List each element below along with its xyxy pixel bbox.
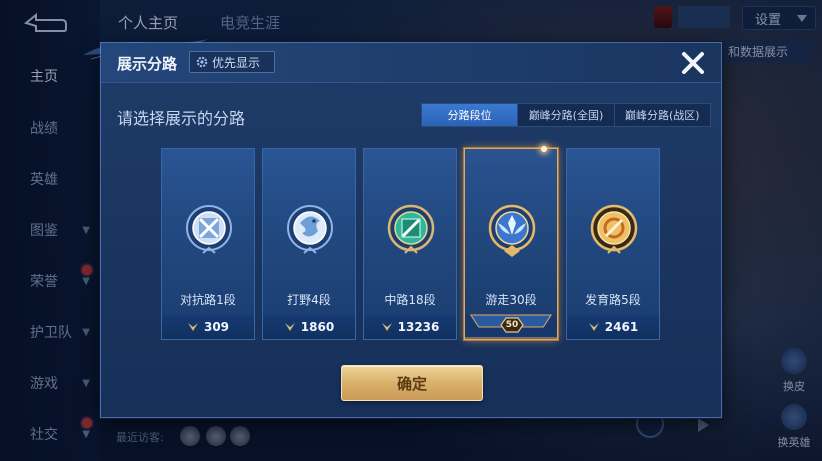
lane-score: 309 xyxy=(162,315,254,339)
lane-score: 2461 xyxy=(567,315,659,339)
dialog-title: 展示分路 xyxy=(117,55,178,73)
tab-peak-lane-region[interactable]: 巅峰分路(战区) xyxy=(615,104,710,126)
priority-display-label: 优先显示 xyxy=(212,55,261,70)
wing-score-icon xyxy=(284,323,295,331)
wing-score-icon xyxy=(187,323,198,331)
lane-rank-label: 对抗路1段 xyxy=(180,293,236,307)
lane-rank-label: 游走30段 xyxy=(485,293,537,307)
gear-icon xyxy=(196,56,208,68)
wing-score-icon xyxy=(588,323,599,331)
lane-card-roam[interactable]: 游走30段 50 xyxy=(464,146,558,340)
lane-display-dialog: 展示分路 优先显示 请选择展示的分路 分路段位 巅峰分路(全国) 巅峰分路(战区… xyxy=(83,39,722,418)
star-count-badge: 50 xyxy=(498,317,526,333)
lane-card-jungle[interactable]: 打野4段 1860 xyxy=(262,148,356,340)
tab-peak-lane-national[interactable]: 巅峰分路(全国) xyxy=(518,104,615,126)
lane-rank-label: 发育路5段 xyxy=(585,293,641,307)
roam-emblem-icon xyxy=(488,204,536,257)
farm-lane-emblem-icon xyxy=(590,204,638,254)
close-icon[interactable] xyxy=(679,49,707,77)
lane-score: 1860 xyxy=(263,315,355,339)
confirm-button[interactable]: 确定 xyxy=(341,365,483,401)
lane-rank-label: 中路18段 xyxy=(384,293,436,307)
wing-score-icon xyxy=(381,323,392,331)
star-count-value: 50 xyxy=(505,320,519,330)
dialog-header: 展示分路 优先显示 xyxy=(101,43,721,83)
tab-lane-rank[interactable]: 分路段位 xyxy=(422,104,519,126)
sparkle-icon xyxy=(541,146,547,152)
lane-card-farm[interactable]: 发育路5段 2461 xyxy=(566,148,660,340)
lane-score-value: 2461 xyxy=(604,320,639,334)
lane-type-segmented-control: 分路段位 巅峰分路(全国) 巅峰分路(战区) xyxy=(421,103,711,127)
lane-score: 13236 xyxy=(364,315,456,339)
jungle-emblem-icon xyxy=(287,205,333,254)
confirm-label: 确定 xyxy=(396,374,427,393)
dialog-subtitle: 请选择展示的分路 xyxy=(117,109,246,128)
lane-score-value: 13236 xyxy=(397,320,440,334)
lane-card-clash[interactable]: 对抗路1段 309 xyxy=(161,148,255,340)
priority-display-button[interactable]: 优先显示 xyxy=(189,51,275,73)
mid-lane-emblem-icon xyxy=(387,204,435,254)
lane-rank-label: 打野4段 xyxy=(287,293,331,307)
lane-score-value: 309 xyxy=(203,320,230,334)
lane-card-mid[interactable]: 中路18段 13236 xyxy=(363,148,457,340)
lane-score-value: 1860 xyxy=(300,320,335,334)
clash-lane-emblem-icon xyxy=(186,205,232,254)
